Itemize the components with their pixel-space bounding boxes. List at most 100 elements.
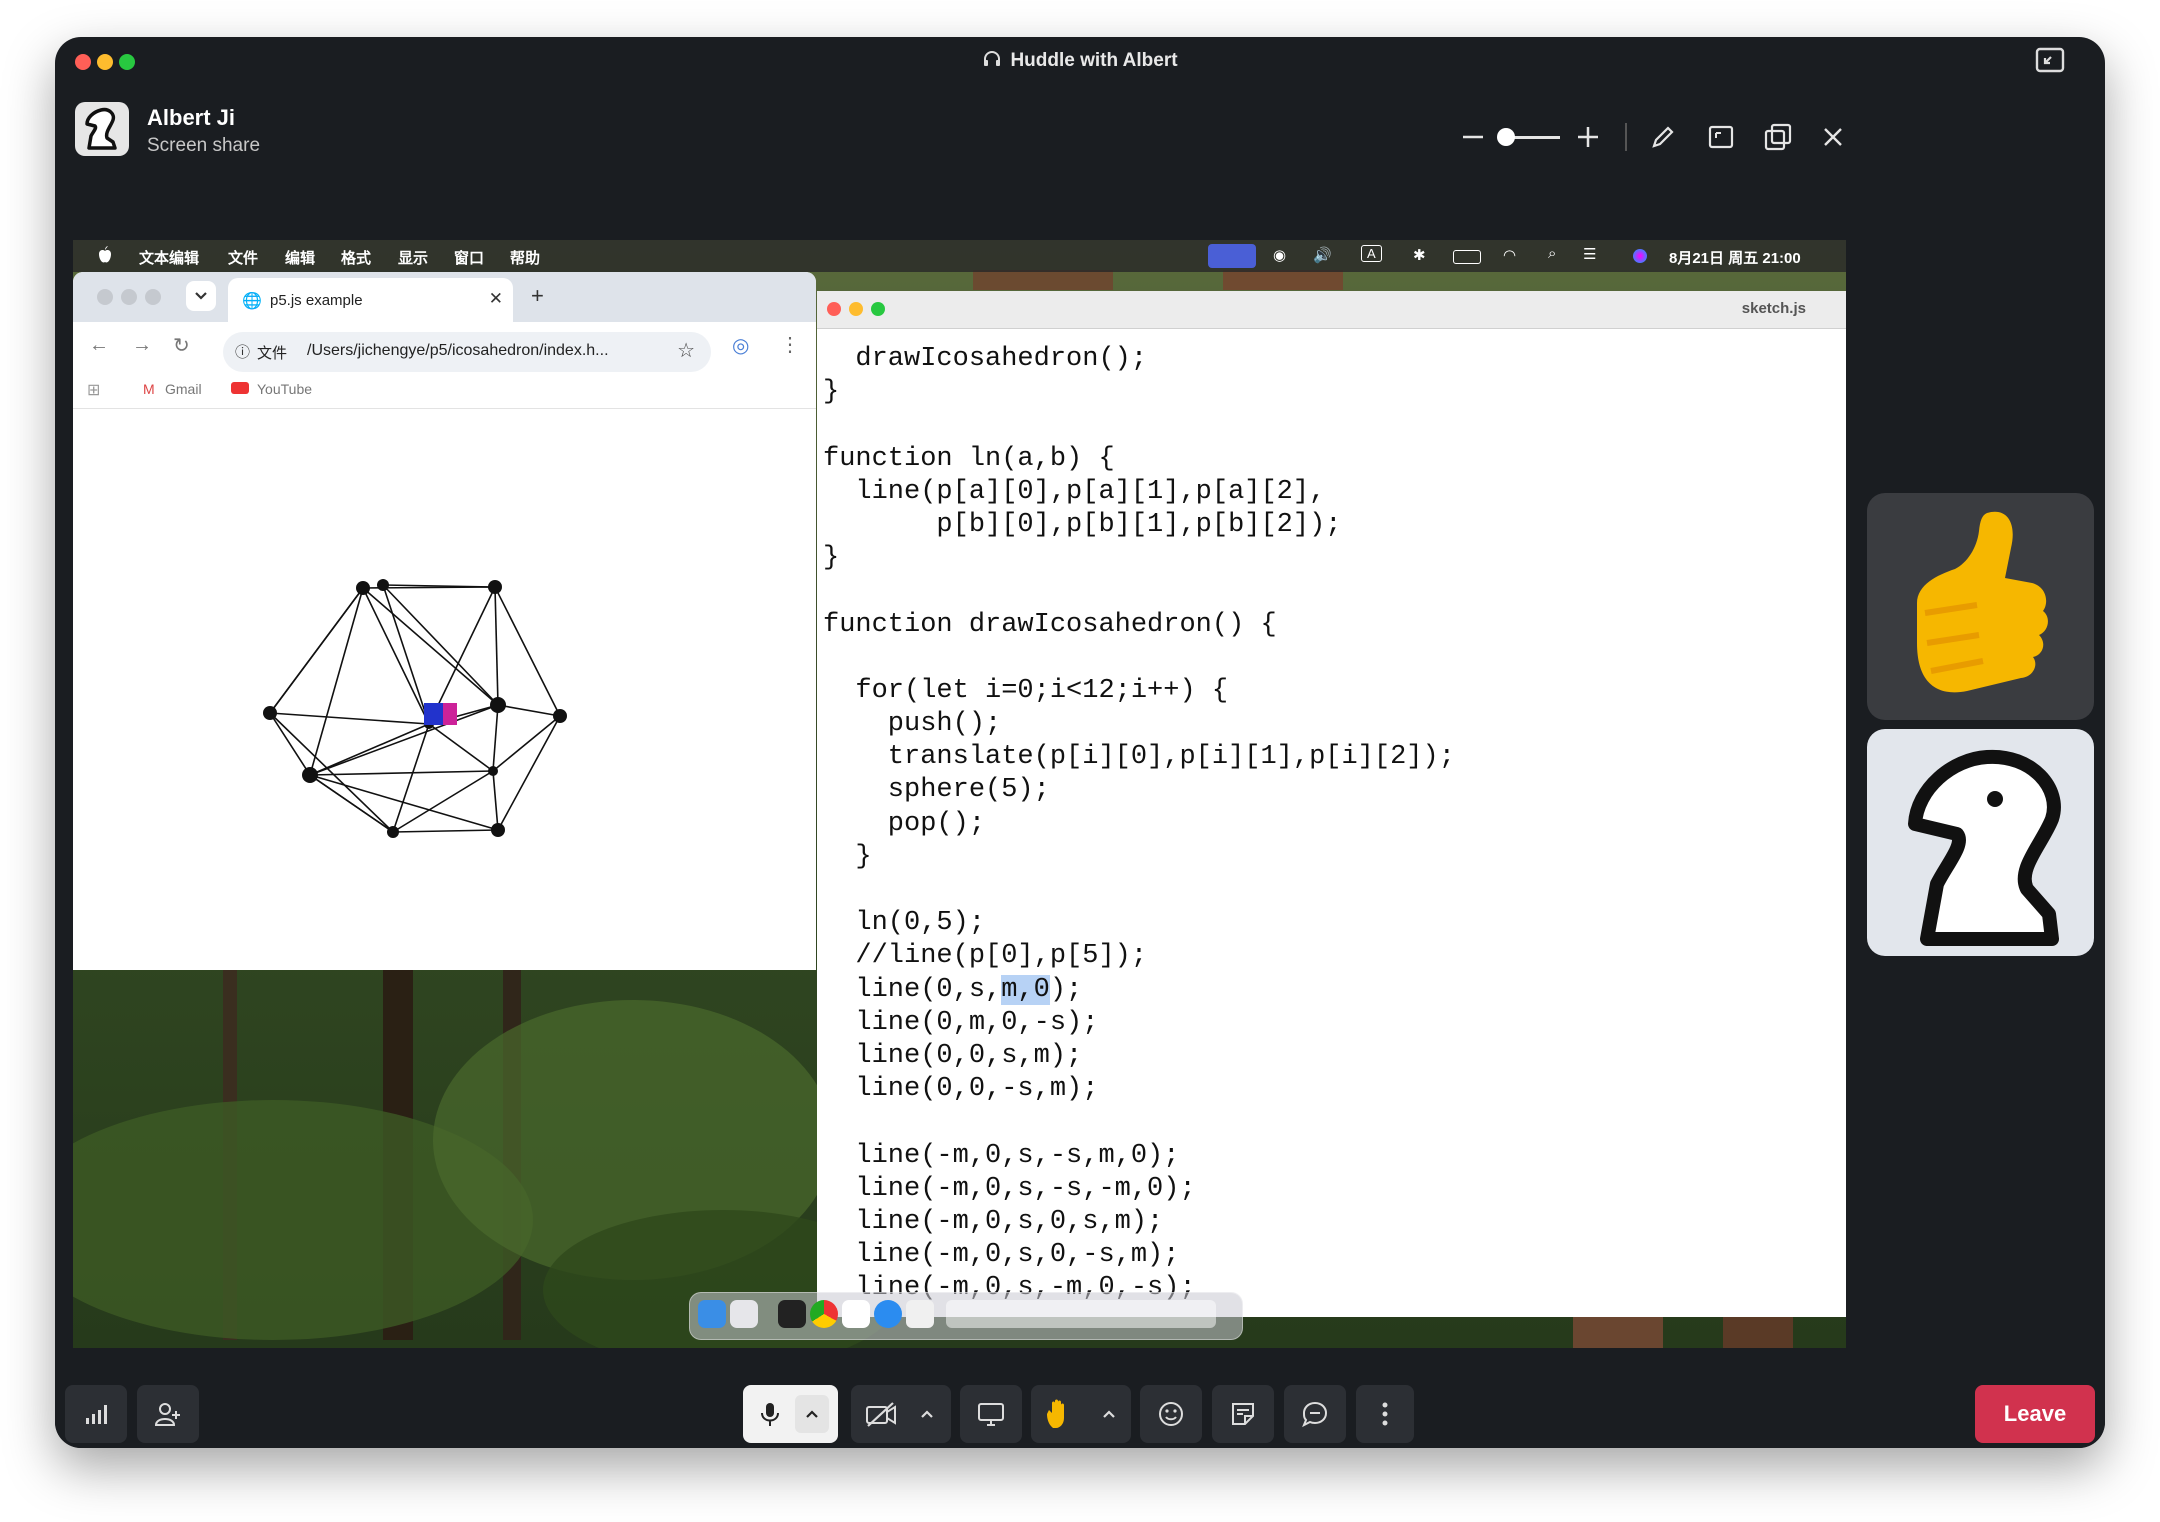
airdrop-icon[interactable]: ◉ <box>1273 246 1286 264</box>
apps-grid-icon[interactable]: ⊞ <box>87 380 100 400</box>
mic-options-button[interactable] <box>795 1395 829 1433</box>
menu-item[interactable]: 格式 <box>341 247 371 268</box>
bookmark-star-icon[interactable]: ☆ <box>677 338 695 363</box>
browser-zoom-button[interactable] <box>145 289 161 305</box>
zoom-out-icon <box>1463 135 1483 139</box>
forward-icon[interactable]: → <box>132 334 152 357</box>
menu-item[interactable]: 编辑 <box>285 247 315 268</box>
apple-icon[interactable] <box>97 246 113 265</box>
spotlight-icon[interactable]: ⌕ <box>1548 245 1556 262</box>
control-center-icon[interactable]: ☰ <box>1583 245 1596 263</box>
pip-button[interactable] <box>2035 47 2065 78</box>
terminal-icon[interactable] <box>778 1300 806 1328</box>
launchpad-icon[interactable] <box>730 1300 758 1328</box>
draw-button[interactable] <box>1645 119 1681 155</box>
tab-close-icon[interactable]: ✕ <box>489 289 503 309</box>
presenter-name: Albert Ji <box>147 105 236 130</box>
bookmark-gmail[interactable]: Gmail <box>165 381 202 397</box>
editor-zoom-button[interactable] <box>871 302 885 316</box>
more-options-button[interactable] <box>1356 1385 1414 1443</box>
window-title-text: Huddle with Albert <box>1010 50 1178 71</box>
editor-minimize-button[interactable] <box>849 302 863 316</box>
editor-close-button[interactable] <box>827 302 841 316</box>
add-people-button[interactable] <box>137 1385 199 1443</box>
fit-screen-button[interactable] <box>1703 119 1739 155</box>
share-screen-button[interactable] <box>960 1385 1022 1443</box>
code-area[interactable]: drawIcosahedron();} function ln(a,b) { li… <box>823 343 1455 1305</box>
code-line: line(0,m,0,-s); <box>823 1007 1099 1038</box>
input-source-icon[interactable]: A <box>1361 245 1382 262</box>
browser-close-button[interactable] <box>97 289 113 305</box>
chat-icon <box>1302 1401 1328 1428</box>
tab-search-button[interactable] <box>186 281 216 311</box>
reactions-options-button[interactable] <box>1093 1395 1125 1433</box>
zoom-in-button[interactable] <box>1570 119 1606 155</box>
slack-icon[interactable] <box>842 1300 870 1328</box>
menu-item[interactable]: 帮助 <box>510 247 540 268</box>
volume-icon[interactable]: 🔊 <box>1313 246 1332 264</box>
siri-icon[interactable] <box>1633 249 1647 263</box>
textedit-icon[interactable] <box>906 1300 934 1328</box>
profile-icon[interactable]: ◎ <box>732 333 749 358</box>
mic-button[interactable] <box>743 1385 838 1443</box>
chrome-icon[interactable] <box>810 1300 838 1328</box>
mac-dock <box>689 1292 1243 1340</box>
browser-window: 🌐 p5.js example ✕ + ← → ↻ ⓘ 文件 /Users/ji… <box>73 272 816 970</box>
monitor-icon <box>978 1403 1004 1426</box>
headphones-icon <box>984 51 1001 66</box>
video-options-button[interactable] <box>911 1395 943 1433</box>
chevron-down-icon <box>195 292 207 300</box>
reactions-button[interactable] <box>1031 1385 1131 1443</box>
knight-avatar-icon <box>1908 749 2061 946</box>
zoom-out-button[interactable] <box>1455 119 1491 155</box>
finder-icon[interactable] <box>698 1300 726 1328</box>
menu-item[interactable]: 窗口 <box>454 247 484 268</box>
new-tab-icon[interactable]: + <box>531 283 544 309</box>
chat-button[interactable] <box>1284 1385 1346 1443</box>
wifi-icon[interactable]: ◠ <box>1503 246 1516 264</box>
code-line: p[b][0],p[b][1],p[b][2]); <box>823 509 1342 540</box>
add-user-icon <box>154 1403 180 1426</box>
shared-screen: 文本编辑 文件 编辑 格式 显示 窗口 帮助 ◉ 🔊 A ✱ ◠ ⌕ ☰ 8月2… <box>73 240 1846 1348</box>
popout-button[interactable] <box>1760 119 1796 155</box>
video-button[interactable] <box>851 1385 951 1443</box>
close-share-button[interactable] <box>1815 119 1851 155</box>
screen-share-status-icon[interactable] <box>1208 244 1256 268</box>
address-bar[interactable]: ⓘ 文件 /Users/jichengye/p5/icosahedron/ind… <box>223 332 711 372</box>
code-line: line(p[a][0],p[a][1],p[a][2], <box>823 476 1326 507</box>
leave-button[interactable]: Leave <box>1975 1385 2095 1443</box>
menu-item[interactable]: 文件 <box>228 247 258 268</box>
url-text[interactable]: /Users/jichengye/p5/icosahedron/index.h.… <box>307 342 609 360</box>
emoji-button[interactable] <box>1140 1385 1202 1443</box>
chevron-up-icon <box>1103 1410 1115 1418</box>
code-line: line(-m,0,s,0,s,m); <box>823 1206 1164 1237</box>
more-vert-icon[interactable]: ⋮ <box>780 332 800 357</box>
notes-button[interactable] <box>1212 1385 1274 1443</box>
code-line: line(0,0,s,m); <box>823 1040 1083 1071</box>
code-line: push(); <box>823 709 1002 740</box>
participant-tile-albert[interactable] <box>1867 729 2094 956</box>
reload-icon[interactable]: ↻ <box>173 333 190 358</box>
back-icon[interactable]: ← <box>89 334 109 357</box>
zoom-in-icon <box>1578 127 1598 147</box>
code-line: for(let i=0;i<12;i++) { <box>823 675 1229 706</box>
browser-minimize-button[interactable] <box>121 289 137 305</box>
battery-icon[interactable] <box>1453 250 1481 264</box>
more-vert-icon <box>1382 1402 1388 1426</box>
huddle-window: Huddle with Albert Albert Ji Screen shar… <box>55 37 2105 1448</box>
dock-recent-documents[interactable] <box>946 1300 1216 1328</box>
editor-titlebar: sketch.js <box>817 291 1846 329</box>
menu-item[interactable]: 显示 <box>398 247 428 268</box>
participant-tile-you[interactable] <box>1867 493 2094 720</box>
menu-item[interactable]: 文本编辑 <box>139 247 199 268</box>
code-line: } <box>823 377 840 408</box>
connection-stats-button[interactable] <box>65 1385 127 1443</box>
bookmark-youtube[interactable]: YouTube <box>257 381 312 397</box>
safari-icon[interactable] <box>874 1300 902 1328</box>
browser-tab[interactable]: 🌐 p5.js example ✕ <box>228 278 513 322</box>
pencil-icon <box>1652 126 1674 148</box>
browser-tabstrip: 🌐 p5.js example ✕ + <box>73 272 816 322</box>
zoom-slider-thumb[interactable] <box>1497 128 1515 146</box>
bluetooth-icon[interactable]: ✱ <box>1413 246 1426 264</box>
